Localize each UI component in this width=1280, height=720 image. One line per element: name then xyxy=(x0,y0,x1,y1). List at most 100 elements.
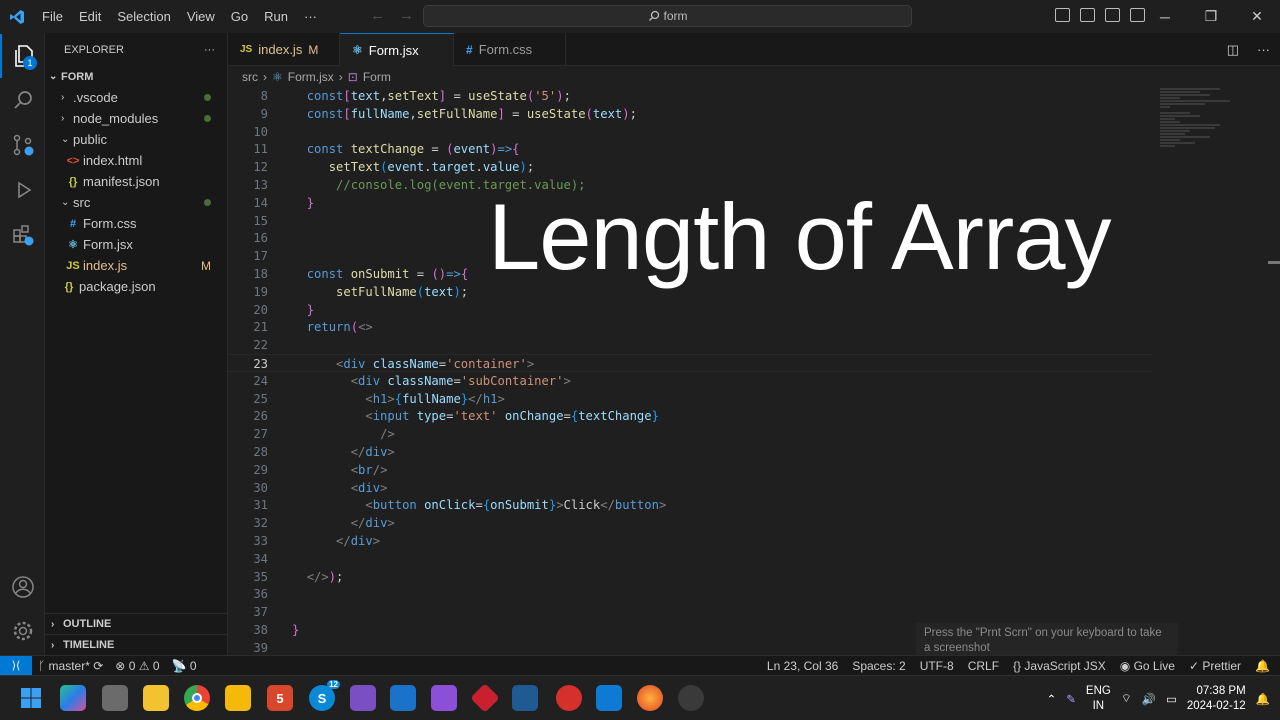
accounts-icon[interactable] xyxy=(0,565,45,609)
visual-studio-icon[interactable] xyxy=(431,685,457,711)
code-line[interactable]: 26 <input type='text' onChange={textChan… xyxy=(228,407,1153,425)
volume-icon[interactable]: 🔊 xyxy=(1142,692,1156,706)
store-icon[interactable] xyxy=(390,685,416,711)
notification-bell-icon[interactable]: 🔔 xyxy=(1256,692,1270,706)
minimap[interactable] xyxy=(1160,87,1270,207)
split-editor-icon[interactable]: ◫ xyxy=(1227,42,1239,58)
breadcrumb-src[interactable]: src xyxy=(242,70,258,84)
code-line[interactable]: 11 const textChange = (event)=>{ xyxy=(228,140,1153,158)
source-control-icon[interactable] xyxy=(0,123,45,167)
azure-app-icon[interactable] xyxy=(512,685,538,711)
extensions-icon[interactable] xyxy=(0,213,45,257)
folder-form[interactable]: ⌄ FORM xyxy=(45,66,227,87)
code-line[interactable]: 21 return(<> xyxy=(228,318,1153,336)
search-view-icon[interactable] xyxy=(0,78,45,122)
menu-go[interactable]: Go xyxy=(223,9,256,24)
timeline-section[interactable]: › TIMELINE xyxy=(45,634,227,655)
chrome-icon[interactable] xyxy=(184,685,210,711)
encoding[interactable]: UTF-8 xyxy=(920,659,954,673)
tree-item[interactable]: <> index.html xyxy=(45,150,227,171)
skype-icon[interactable]: S 12 xyxy=(309,680,340,711)
tree-item[interactable]: ⚛ Form.jsx xyxy=(45,234,227,255)
menu-edit[interactable]: Edit xyxy=(71,9,109,24)
tab-form-jsx[interactable]: ⚛ Form.jsx xyxy=(340,33,454,66)
code-line[interactable]: 8 const[text,setText] = useState('5'); xyxy=(228,87,1153,105)
indentation[interactable]: Spaces: 2 xyxy=(852,659,905,673)
language-mode[interactable]: {} JavaScript JSX xyxy=(1013,659,1106,673)
tab-form-css[interactable]: # Form.css xyxy=(454,33,566,66)
code-line[interactable]: 23 <div className='container'> xyxy=(228,354,1153,372)
code-line[interactable]: 36 xyxy=(228,585,1153,603)
menu-selection[interactable]: Selection xyxy=(109,9,178,24)
code-line[interactable]: 32 </div> xyxy=(228,514,1153,532)
code-line[interactable]: 20 } xyxy=(228,301,1153,319)
toggle-primary-sidebar-icon[interactable] xyxy=(1055,8,1070,22)
branch-status[interactable]: ᚴ master* ⟳ xyxy=(38,659,103,673)
game-app-icon[interactable] xyxy=(556,685,582,711)
problems-status[interactable]: ⊗ 0 ⚠ 0 xyxy=(115,659,159,673)
editor-more-icon[interactable]: ··· xyxy=(1257,42,1270,58)
chevron-up-icon[interactable]: ⌃ xyxy=(1047,692,1057,706)
copilot-icon[interactable] xyxy=(60,685,86,711)
code-editor[interactable]: 8 const[text,setText] = useState('5'); 9 … xyxy=(228,87,1280,655)
pen-icon[interactable]: ✎ xyxy=(1066,692,1076,706)
battery-icon[interactable]: ▭ xyxy=(1166,692,1177,706)
end-of-line[interactable]: CRLF xyxy=(968,659,999,673)
code-line[interactable]: 27 /> xyxy=(228,425,1153,443)
remote-indicator-icon[interactable]: ⟩⟨ xyxy=(0,655,32,676)
minimize-icon[interactable]: ─ xyxy=(1142,0,1188,33)
menu-file[interactable]: File xyxy=(34,9,71,24)
code-line[interactable]: 28 </div> xyxy=(228,443,1153,461)
tree-item[interactable]: › .vscode xyxy=(45,87,227,108)
tree-item[interactable]: ⌄ src xyxy=(45,192,227,213)
settings-app-icon[interactable] xyxy=(678,685,704,711)
code-line[interactable]: 30 <div> xyxy=(228,479,1153,497)
html-app-icon[interactable]: 5 xyxy=(267,685,293,711)
vscode-taskbar-icon[interactable] xyxy=(596,685,622,711)
code-line[interactable]: 10 xyxy=(228,123,1153,141)
maximize-icon[interactable]: ❐ xyxy=(1188,0,1234,33)
outline-section[interactable]: › OUTLINE xyxy=(45,613,227,634)
close-icon[interactable]: ✕ xyxy=(1234,0,1280,33)
forward-arrow-icon[interactable]: → xyxy=(399,7,414,24)
ports-status[interactable]: 📡 0 xyxy=(172,659,197,673)
prettier[interactable]: ✓ Prettier xyxy=(1189,659,1241,673)
notifications-bell-icon[interactable]: 🔔 xyxy=(1255,659,1270,673)
tree-item[interactable]: {} manifest.json xyxy=(45,171,227,192)
code-line[interactable]: 22 xyxy=(228,336,1153,354)
menu-run[interactable]: Run xyxy=(256,9,296,24)
run-debug-icon[interactable] xyxy=(0,168,45,212)
clock[interactable]: 07:38 PM 2024-02-12 xyxy=(1187,684,1246,714)
git-app-icon[interactable] xyxy=(470,683,500,713)
code-line[interactable]: 29 <br/> xyxy=(228,461,1153,479)
code-line[interactable]: 25 <h1>{fullName}</h1> xyxy=(228,390,1153,408)
wifi-icon[interactable]: ⌔ xyxy=(1121,691,1132,706)
toggle-secondary-sidebar-icon[interactable] xyxy=(1105,8,1120,22)
code-line[interactable]: 12 setText(event.target.value); xyxy=(228,158,1153,176)
manage-gear-icon[interactable] xyxy=(0,609,45,653)
tree-item[interactable]: # Form.css xyxy=(45,213,227,234)
code-line[interactable]: 31 <button onClick={onSubmit}>Click</but… xyxy=(228,496,1153,514)
scrollbar-marker[interactable] xyxy=(1268,261,1280,264)
code-line[interactable]: 35 </>); xyxy=(228,568,1153,586)
menu-more[interactable]: ··· xyxy=(296,9,325,24)
file-explorer-icon[interactable] xyxy=(225,685,251,711)
tab-index-js[interactable]: JS index.js M xyxy=(228,33,340,66)
visual-studio-preview-icon[interactable] xyxy=(350,685,376,711)
back-arrow-icon[interactable]: ← xyxy=(370,7,385,24)
code-line[interactable]: 9 const[fullName,setFullName] = useState… xyxy=(228,105,1153,123)
windows-start-icon[interactable] xyxy=(18,685,44,711)
more-actions-icon[interactable]: ··· xyxy=(204,44,215,56)
breadcrumb-symbol[interactable]: Form xyxy=(363,70,391,84)
code-line[interactable]: 24 <div className='subContainer'> xyxy=(228,372,1153,390)
sticky-app-icon[interactable] xyxy=(143,685,169,711)
language-indicator[interactable]: ENG IN xyxy=(1086,684,1111,714)
explorer-icon[interactable]: 1 xyxy=(0,34,45,78)
code-line[interactable]: 33 </div> xyxy=(228,532,1153,550)
command-center-search[interactable]: form xyxy=(423,5,912,27)
go-live[interactable]: ◉ Go Live xyxy=(1120,659,1175,673)
tree-item[interactable]: › node_modules xyxy=(45,108,227,129)
menu-view[interactable]: View xyxy=(179,9,223,24)
code-line[interactable]: 37 xyxy=(228,603,1153,621)
code-line[interactable]: 34 xyxy=(228,550,1153,568)
